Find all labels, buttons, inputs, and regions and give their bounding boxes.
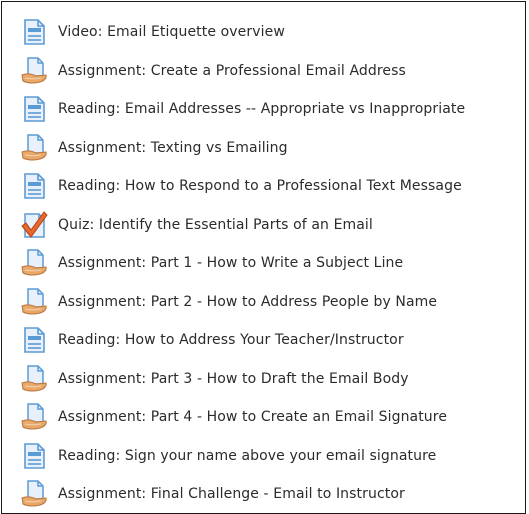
- assignment-icon: [19, 133, 49, 163]
- activity-item[interactable]: Assignment: Part 1 - How to Write a Subj…: [2, 244, 525, 283]
- activity-item[interactable]: Assignment: Part 2 - How to Address Peop…: [2, 283, 525, 322]
- activity-item[interactable]: Reading: How to Respond to a Professiona…: [2, 167, 525, 206]
- activity-link[interactable]: Reading: Sign your name above your email…: [58, 446, 436, 466]
- activity-item[interactable]: Assignment: Part 4 - How to Create an Em…: [2, 398, 525, 437]
- activity-link[interactable]: Quiz: Identify the Essential Parts of an…: [58, 215, 373, 235]
- activity-link[interactable]: Assignment: Part 4 - How to Create an Em…: [58, 407, 447, 427]
- activity-item[interactable]: Reading: Sign your name above your email…: [2, 437, 525, 476]
- activity-item[interactable]: Assignment: Final Challenge - Email to I…: [2, 475, 525, 513]
- page-icon: [19, 94, 49, 124]
- activity-item[interactable]: Assignment: Create a Professional Email …: [2, 52, 525, 91]
- activity-list: Video: Email Etiquette overview Assignme…: [2, 13, 525, 513]
- activity-link[interactable]: Reading: How to Address Your Teacher/Ins…: [58, 330, 404, 350]
- activity-link[interactable]: Video: Email Etiquette overview: [58, 22, 285, 42]
- assignment-icon: [19, 402, 49, 432]
- course-section: Video: Email Etiquette overview Assignme…: [1, 1, 526, 514]
- activity-link[interactable]: Assignment: Final Challenge - Email to I…: [58, 484, 405, 504]
- activity-link[interactable]: Assignment: Create a Professional Email …: [58, 61, 406, 81]
- activity-item[interactable]: Quiz: Identify the Essential Parts of an…: [2, 206, 525, 245]
- activity-link[interactable]: Assignment: Part 3 - How to Draft the Em…: [58, 369, 409, 389]
- quiz-icon: [19, 210, 49, 240]
- activity-item[interactable]: Assignment: Texting vs Emailing: [2, 129, 525, 168]
- activity-link[interactable]: Assignment: Texting vs Emailing: [58, 138, 288, 158]
- page-icon: [19, 171, 49, 201]
- activity-item[interactable]: Assignment: Part 3 - How to Draft the Em…: [2, 360, 525, 399]
- assignment-icon: [19, 287, 49, 317]
- activity-item[interactable]: Reading: How to Address Your Teacher/Ins…: [2, 321, 525, 360]
- page-icon: [19, 17, 49, 47]
- assignment-icon: [19, 479, 49, 509]
- assignment-icon: [19, 56, 49, 86]
- activity-link[interactable]: Reading: Email Addresses -- Appropriate …: [58, 99, 465, 119]
- activity-link[interactable]: Assignment: Part 1 - How to Write a Subj…: [58, 253, 403, 273]
- assignment-icon: [19, 364, 49, 394]
- page-icon: [19, 441, 49, 471]
- activity-item[interactable]: Video: Email Etiquette overview: [2, 13, 525, 52]
- assignment-icon: [19, 248, 49, 278]
- activity-item[interactable]: Reading: Email Addresses -- Appropriate …: [2, 90, 525, 129]
- activity-link[interactable]: Assignment: Part 2 - How to Address Peop…: [58, 292, 437, 312]
- activity-link[interactable]: Reading: How to Respond to a Professiona…: [58, 176, 462, 196]
- page-icon: [19, 325, 49, 355]
